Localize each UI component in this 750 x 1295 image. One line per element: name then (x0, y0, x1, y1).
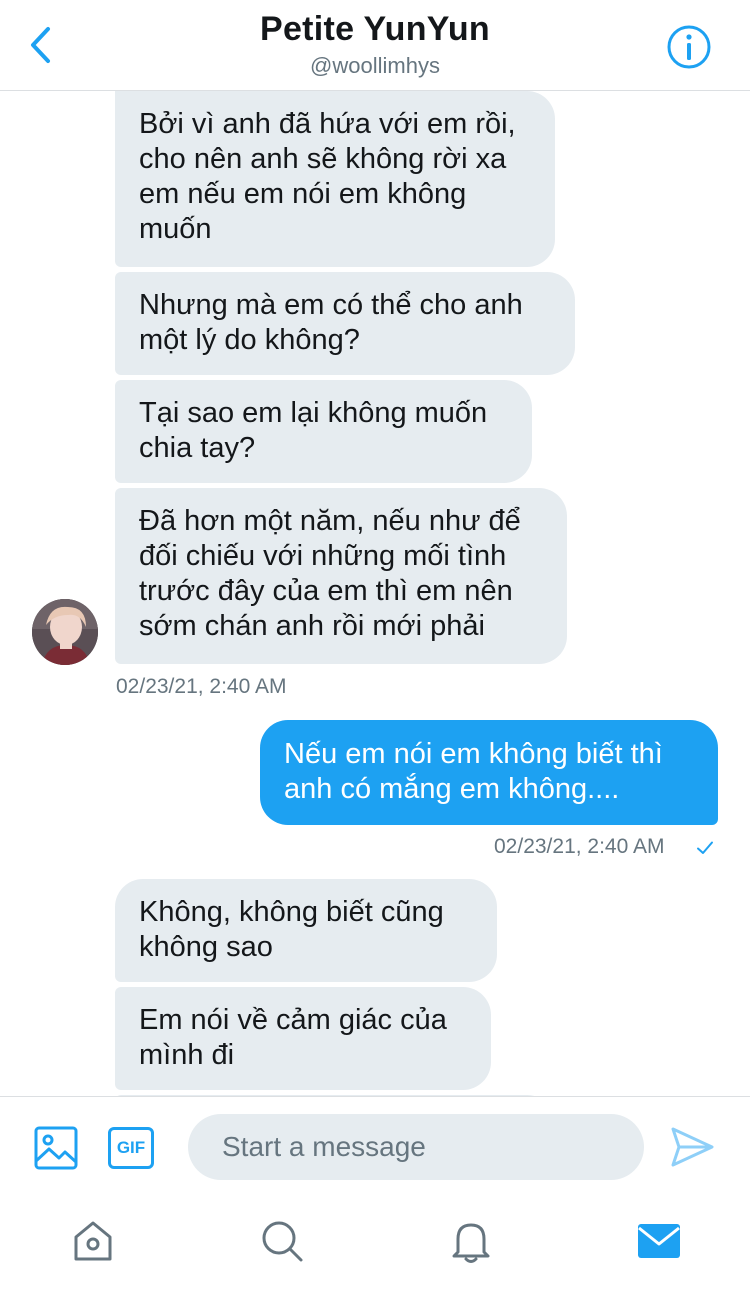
bottom-tab-bar (0, 1196, 750, 1295)
send-button[interactable] (668, 1123, 716, 1171)
tab-search[interactable] (259, 1218, 305, 1264)
outgoing-message[interactable]: Nếu em nói em không biết thì anh có mắng… (260, 720, 718, 825)
info-circle-icon (667, 25, 711, 69)
checkmark-icon (697, 841, 713, 854)
mail-icon (638, 1224, 680, 1258)
incoming-message[interactable]: Tại sao em lại không muốn chia tay? (115, 380, 532, 483)
tab-home[interactable] (70, 1218, 116, 1264)
add-photo-button[interactable] (33, 1125, 79, 1171)
message-thread[interactable]: Bởi vì anh đã hứa với em rồi, cho nên an… (0, 91, 750, 1096)
message-timestamp: 02/23/21, 2:40 AM (494, 835, 665, 858)
message-input[interactable] (188, 1114, 644, 1180)
incoming-message[interactable]: Em nói về cảm giác của mình đi (115, 987, 491, 1090)
info-button[interactable] (666, 24, 712, 70)
avatar[interactable] (32, 599, 98, 665)
conversation-header: Petite YunYun @woollimhys (0, 0, 750, 91)
conversation-handle: @woollimhys (310, 53, 440, 78)
message-composer: GIF (0, 1096, 750, 1197)
home-icon (74, 1221, 112, 1261)
tab-messages[interactable] (636, 1218, 682, 1264)
search-icon (262, 1221, 303, 1262)
incoming-message[interactable]: Đã hơn một năm, nếu như để đối chiếu với… (115, 488, 567, 664)
incoming-message[interactable]: Không, không biết cũng không sao (115, 879, 497, 982)
send-icon (671, 1127, 714, 1167)
incoming-message[interactable]: Bởi vì anh đã hứa với em rồi, cho nên an… (115, 91, 555, 267)
message-timestamp: 02/23/21, 2:40 AM (116, 675, 287, 698)
incoming-message[interactable]: Nhưng mà em có thể cho anh một lý do khô… (115, 272, 575, 375)
avatar-image (32, 599, 98, 665)
tab-notifications[interactable] (448, 1218, 494, 1264)
bell-icon (452, 1223, 490, 1263)
gif-button[interactable]: GIF (108, 1127, 154, 1169)
conversation-title: Petite YunYun (260, 10, 490, 48)
image-icon (34, 1126, 78, 1170)
